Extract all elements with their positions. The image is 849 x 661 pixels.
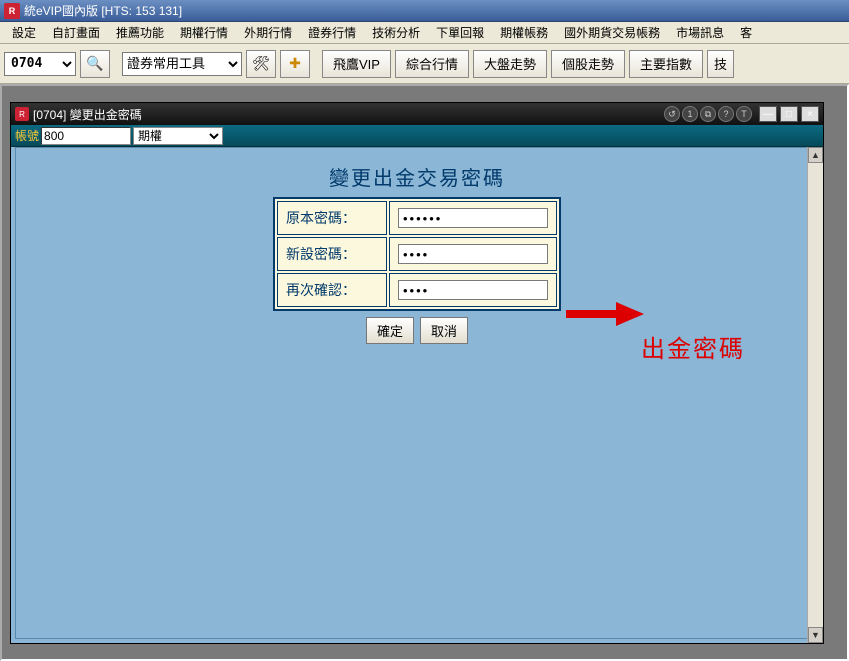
close-button[interactable]: × [801,106,819,122]
form-title: 變更出金交易密碼 [329,162,505,191]
scrollbar[interactable]: ▲ ▼ [807,147,823,643]
row-confirm-password: 再次確認： [277,273,557,307]
menu-settings[interactable]: 設定 [4,22,44,43]
tool-combo[interactable]: 證券常用工具 [122,52,242,76]
row-new-password: 新設密碼： [277,237,557,271]
tool-icon [252,55,270,72]
scroll-up-icon[interactable]: ▲ [808,147,823,163]
inner-round-controls: ↺ 1 ⧉ ? T [664,106,752,122]
input-original-password[interactable] [398,208,548,228]
input-confirm-password[interactable] [398,280,548,300]
inner-titlebar[interactable]: R [0704] 變更出金密碼 ↺ 1 ⧉ ? T — □ × [11,103,823,125]
inner-window-title: [0704] 變更出金密碼 [33,106,142,123]
app-title: 統eVIP國內版 [HTS: 153 131] [24,2,182,19]
password-form: 原本密碼： 新設密碼： 再次確認： [273,197,561,311]
menu-customer[interactable]: 客 [732,22,760,43]
label-original-password: 原本密碼： [277,201,387,235]
confirm-button[interactable]: 確定 [366,317,414,344]
btn-main-index[interactable]: 主要指數 [629,50,703,78]
inner-window-icon: R [15,107,29,121]
round-1[interactable]: 1 [682,106,698,122]
app-icon: R [4,3,20,19]
minimize-button[interactable]: — [759,106,777,122]
account-input[interactable] [41,127,131,145]
cancel-button[interactable]: 取消 [420,317,468,344]
menu-order-report[interactable]: 下單回報 [428,22,492,43]
btn-overflow[interactable]: 技 [707,50,734,78]
menu-technical[interactable]: 技術分析 [364,22,428,43]
annotation-arrow-icon [566,298,646,330]
round-copy[interactable]: ⧉ [700,106,716,122]
search-icon [86,55,103,72]
menu-options-account[interactable]: 期權帳務 [492,22,556,43]
maximize-button[interactable]: □ [780,106,798,122]
label-new-password: 新設密碼： [277,237,387,271]
round-refresh[interactable]: ↺ [664,106,680,122]
plus-icon [289,55,301,72]
app-titlebar: R 統eVIP國內版 [HTS: 153 131] [0,0,849,22]
account-type-select[interactable]: 期權 [133,127,223,145]
mdi-area: R [0704] 變更出金密碼 ↺ 1 ⧉ ? T — □ × 帳號 期權 [0,84,849,661]
menu-foreign-futures[interactable]: 外期行情 [236,22,300,43]
inner-win-controls: — □ × [758,106,819,122]
menu-market-news[interactable]: 市場訊息 [668,22,732,43]
annotation-text: 出金密碼 [641,329,745,364]
btn-combined-quotes[interactable]: 綜合行情 [395,50,469,78]
btn-market-trend[interactable]: 大盤走勢 [473,50,547,78]
label-confirm-password: 再次確認： [277,273,387,307]
input-new-password[interactable] [398,244,548,264]
menu-recommended[interactable]: 推薦功能 [108,22,172,43]
code-combo[interactable]: 0704 [4,52,76,76]
scroll-down-icon[interactable]: ▼ [808,627,823,643]
round-t[interactable]: T [736,106,752,122]
account-label: 帳號 [15,127,39,144]
inner-window: R [0704] 變更出金密碼 ↺ 1 ⧉ ? T — □ × 帳號 期權 [10,102,824,644]
menu-custom-screen[interactable]: 自訂畫面 [44,22,108,43]
content-panel: 變更出金交易密碼 原本密碼： 新設密碼： 再次確認： [15,147,819,639]
menu-securities-quotes[interactable]: 證券行情 [300,22,364,43]
search-button[interactable] [80,50,110,78]
round-help[interactable]: ? [718,106,734,122]
menubar: 設定 自訂畫面 推薦功能 期權行情 外期行情 證券行情 技術分析 下單回報 期權… [0,22,849,44]
menu-foreign-account[interactable]: 國外期貨交易帳務 [556,22,668,43]
toolbar: 0704 證券常用工具 飛鷹VIP 綜合行情 大盤走勢 個股走勢 主要指數 技 [0,44,849,84]
menu-options-quotes[interactable]: 期權行情 [172,22,236,43]
btn-stock-trend[interactable]: 個股走勢 [551,50,625,78]
add-button[interactable] [280,50,310,78]
btn-vip[interactable]: 飛鷹VIP [322,50,391,78]
account-bar: 帳號 期權 [11,125,823,147]
config-button[interactable] [246,50,276,78]
row-original-password: 原本密碼： [277,201,557,235]
